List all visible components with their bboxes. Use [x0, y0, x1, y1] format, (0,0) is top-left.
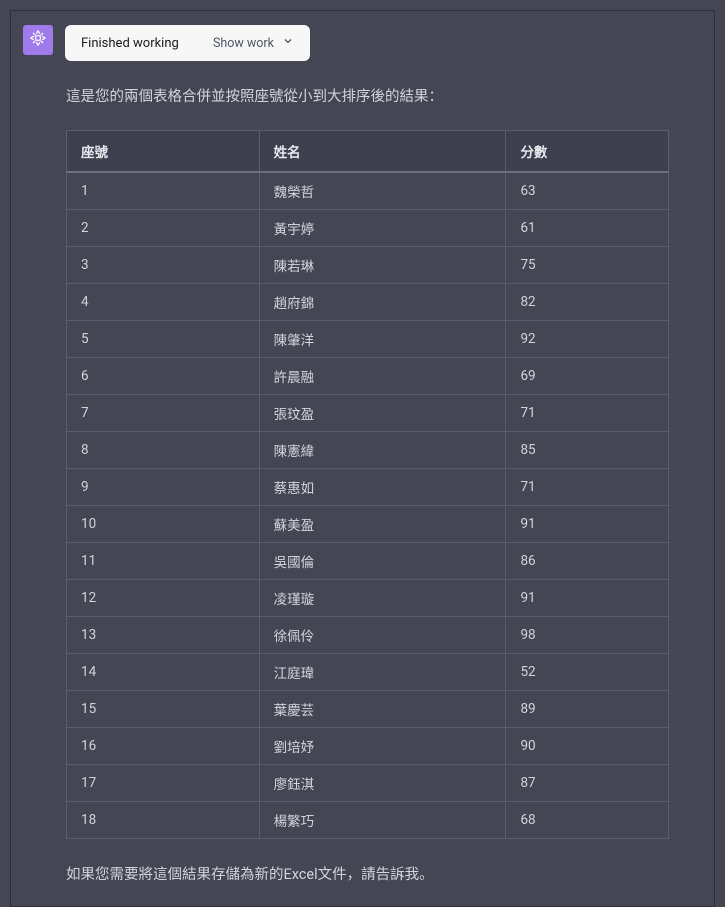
- table-row: 15葉慶芸89: [67, 691, 669, 728]
- table-row: 6許晨融69: [67, 358, 669, 395]
- cell-name: 徐佩伶: [259, 617, 506, 654]
- cell-seat: 7: [67, 395, 260, 432]
- openai-logo-icon: [28, 28, 48, 52]
- table-row: 16劉培妤90: [67, 728, 669, 765]
- cell-name: 吳國倫: [259, 543, 506, 580]
- show-work-label: Show work: [213, 36, 274, 51]
- cell-score: 87: [506, 765, 669, 802]
- cell-seat: 18: [67, 802, 260, 839]
- cell-seat: 2: [67, 210, 260, 247]
- cell-score: 92: [506, 321, 669, 358]
- cell-score: 82: [506, 284, 669, 321]
- table-row: 8陳憲緯85: [67, 432, 669, 469]
- table-row: 2黃宇婷61: [67, 210, 669, 247]
- chevron-down-icon: [282, 35, 294, 51]
- cell-seat: 5: [67, 321, 260, 358]
- cell-seat: 10: [67, 506, 260, 543]
- table-row: 18楊繁巧68: [67, 802, 669, 839]
- table-row: 7張玟盈71: [67, 395, 669, 432]
- show-work-toggle[interactable]: Show work: [213, 35, 294, 51]
- table-row: 12凌瑾璇91: [67, 580, 669, 617]
- cell-seat: 12: [67, 580, 260, 617]
- cell-name: 廖鈺淇: [259, 765, 506, 802]
- result-table: 座號 姓名 分數 1魏榮哲632黃宇婷613陳若琳754趙府錦825陳肇洋926…: [66, 130, 669, 839]
- cell-name: 蔡惠如: [259, 469, 506, 506]
- col-header-seat: 座號: [67, 131, 260, 173]
- cell-name: 陳憲緯: [259, 432, 506, 469]
- message-header: Finished working Show work: [11, 11, 714, 61]
- assistant-avatar: [23, 25, 53, 55]
- cell-name: 葉慶芸: [259, 691, 506, 728]
- table-row: 1魏榮哲63: [67, 172, 669, 210]
- cell-score: 71: [506, 469, 669, 506]
- cell-seat: 16: [67, 728, 260, 765]
- table-row: 4趙府錦82: [67, 284, 669, 321]
- cell-name: 黃宇婷: [259, 210, 506, 247]
- table-row: 14江庭瑋52: [67, 654, 669, 691]
- message-content: 這是您的兩個表格合併並按照座號從小到大排序後的結果： 座號 姓名 分數 1魏榮哲…: [11, 61, 714, 906]
- table-row: 9蔡惠如71: [67, 469, 669, 506]
- cell-score: 61: [506, 210, 669, 247]
- cell-score: 69: [506, 358, 669, 395]
- code-interpreter-status[interactable]: Finished working Show work: [65, 25, 310, 61]
- table-row: 5陳肇洋92: [67, 321, 669, 358]
- cell-score: 91: [506, 506, 669, 543]
- cell-score: 71: [506, 395, 669, 432]
- cell-seat: 3: [67, 247, 260, 284]
- cell-seat: 8: [67, 432, 260, 469]
- table-row: 10蘇美盈91: [67, 506, 669, 543]
- cell-seat: 14: [67, 654, 260, 691]
- cell-score: 75: [506, 247, 669, 284]
- cell-name: 陳若琳: [259, 247, 506, 284]
- cell-score: 86: [506, 543, 669, 580]
- table-row: 11吳國倫86: [67, 543, 669, 580]
- col-header-name: 姓名: [259, 131, 506, 173]
- table-row: 13徐佩伶98: [67, 617, 669, 654]
- cell-score: 52: [506, 654, 669, 691]
- cell-score: 68: [506, 802, 669, 839]
- cell-name: 許晨融: [259, 358, 506, 395]
- cell-name: 張玟盈: [259, 395, 506, 432]
- cell-name: 趙府錦: [259, 284, 506, 321]
- cell-score: 85: [506, 432, 669, 469]
- table-header-row: 座號 姓名 分數: [67, 131, 669, 173]
- cell-seat: 17: [67, 765, 260, 802]
- outro-paragraph: 如果您需要將這個結果存儲為新的Excel文件，請告訴我。: [66, 863, 669, 886]
- cell-name: 凌瑾璇: [259, 580, 506, 617]
- cell-score: 91: [506, 580, 669, 617]
- cell-name: 魏榮哲: [259, 172, 506, 210]
- cell-score: 63: [506, 172, 669, 210]
- cell-seat: 13: [67, 617, 260, 654]
- table-row: 17廖鈺淇87: [67, 765, 669, 802]
- cell-seat: 9: [67, 469, 260, 506]
- cell-seat: 1: [67, 172, 260, 210]
- cell-seat: 6: [67, 358, 260, 395]
- message-container: Finished working Show work 這是您的兩個表格合併並按照…: [10, 10, 715, 907]
- cell-name: 蘇美盈: [259, 506, 506, 543]
- cell-name: 陳肇洋: [259, 321, 506, 358]
- cell-name: 江庭瑋: [259, 654, 506, 691]
- cell-score: 90: [506, 728, 669, 765]
- intro-paragraph: 這是您的兩個表格合併並按照座號從小到大排序後的結果：: [66, 85, 669, 108]
- status-text: Finished working: [81, 36, 179, 51]
- cell-score: 89: [506, 691, 669, 728]
- cell-name: 劉培妤: [259, 728, 506, 765]
- cell-score: 98: [506, 617, 669, 654]
- cell-name: 楊繁巧: [259, 802, 506, 839]
- cell-seat: 4: [67, 284, 260, 321]
- col-header-score: 分數: [506, 131, 669, 173]
- cell-seat: 15: [67, 691, 260, 728]
- table-row: 3陳若琳75: [67, 247, 669, 284]
- cell-seat: 11: [67, 543, 260, 580]
